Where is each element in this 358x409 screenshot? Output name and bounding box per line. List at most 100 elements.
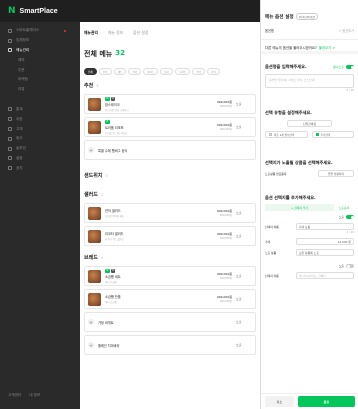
chip[interactable]: 세트	[113, 68, 127, 75]
badge-new: N	[105, 96, 110, 101]
chip[interactable]: 음료	[160, 68, 174, 75]
sidebar-item[interactable]: 쿠폰	[0, 114, 80, 124]
product-select[interactable]: 모든 상품에 노출	[296, 249, 354, 256]
menu-price-sub: 999,000원	[219, 300, 232, 303]
sidebar-item[interactable]: 광고	[0, 134, 80, 144]
menu-card[interactable]: 연어 샐러드 신선한 연어와 채소 999,000원 999,000원 노출	[84, 203, 256, 223]
menu-card[interactable]: + 플레인 치아바타 노출	[84, 335, 256, 355]
tab-option-name[interactable]: 옵션명	[265, 28, 274, 39]
chart-icon	[8, 107, 12, 112]
add-choice-button[interactable]: + 선택지 추가	[265, 204, 334, 211]
reorder-button[interactable]: 노출순서	[334, 206, 354, 210]
section-count: 4	[100, 255, 104, 260]
sidebar-item-label: 스마트플레이스	[16, 28, 40, 33]
exposure-select[interactable]: 노출	[236, 102, 252, 106]
sidebar-subitem[interactable]: 리뷰	[0, 85, 80, 95]
chip[interactable]: 추천	[98, 68, 112, 75]
import-link[interactable]: 불러오기 >	[319, 45, 335, 51]
section-title: 브레드	[84, 255, 98, 261]
help-link[interactable]: 고객센터	[8, 393, 21, 398]
cancel-button[interactable]: 취소	[265, 396, 294, 407]
plus-icon: +	[88, 147, 94, 153]
exposure-select[interactable]: 노출	[236, 274, 252, 278]
add-option-link[interactable]: + 옵션추가	[339, 28, 354, 39]
sidebar-item[interactable]: 통계	[0, 105, 80, 115]
exposure-select[interactable]: 노출	[236, 343, 252, 347]
menu-name: 소금빵 세트	[105, 274, 121, 279]
chip[interactable]: 디저트	[175, 68, 191, 75]
choices-heading: 옵션 선택지를 추가해주세요.	[265, 195, 316, 200]
choice-name-label: 선택지 이름	[265, 273, 279, 278]
section-header: 추천 3	[80, 80, 260, 91]
menu-card[interactable]: 리코타 샐러드 리코타 치즈 샐러드 999,000원 999,000원 노출	[84, 226, 256, 246]
sidebar-item[interactable]: 솔루션	[0, 144, 80, 154]
section-header: 샌드위치 0	[80, 170, 260, 181]
type-select[interactable]: 단일선택형	[287, 120, 332, 127]
menu-desc: 부드러운 안심 스테이크	[105, 108, 129, 112]
type-block: 선택 유형을 설정해주세요. 단일선택형 최소 1개 필수선택 추가선택	[261, 92, 358, 138]
sidebar-subitem[interactable]: 주문	[0, 65, 80, 75]
chip[interactable]: 기타	[207, 68, 220, 75]
product-label: 노출 상품	[265, 250, 277, 255]
required-label: 필수노출	[332, 65, 344, 69]
exposure-select[interactable]: 노출	[236, 320, 252, 324]
menu-desc: 신선한 연어와 채소	[105, 215, 125, 218]
menu-card[interactable]: 소금빵 단품 버터 소금빵 999,000원 999,000원 노출	[84, 289, 256, 309]
exposure-select[interactable]: 노출	[236, 125, 252, 129]
menu-price-sub: 999,000원	[219, 214, 232, 217]
chip[interactable]: 사이드	[143, 68, 159, 75]
expose-toggle-off[interactable]	[346, 264, 354, 268]
choice-name-input[interactable]: 사과 토핑	[296, 223, 354, 230]
sidebar-item-menu[interactable]: 메뉴관리	[0, 46, 80, 56]
required-toggle[interactable]	[346, 65, 354, 69]
account-link[interactable]: 내 정보	[29, 393, 40, 398]
menu-card[interactable]: NB 소금빵 세트 버터 소금빵 999,000원 999,000원 노출	[84, 266, 256, 286]
main-content: 메뉴관리 메뉴 정보 옵션 설정 전체 메뉴 32 전체 추천 세트 식사 사이…	[80, 22, 260, 409]
exposure-select[interactable]: 노출	[236, 234, 252, 238]
tab-menu-info[interactable]: 메뉴 정보	[108, 30, 123, 38]
exposure-select[interactable]: 노출	[236, 211, 252, 215]
section-count: 2	[100, 192, 104, 197]
tab-option-settings[interactable]: 옵션 설정	[133, 30, 148, 38]
checkbox-icon	[269, 133, 272, 136]
home-icon	[8, 28, 12, 33]
expose-toggle[interactable]	[346, 215, 354, 219]
sidebar-item[interactable]: 설정	[0, 154, 80, 164]
exposure-select[interactable]: 노출	[236, 297, 252, 301]
menu-card[interactable]: + 특별 수제 햄버그 정식	[84, 140, 256, 160]
chip[interactable]: 주류	[192, 68, 206, 75]
sidebar-item[interactable]: 고객	[0, 124, 80, 134]
menu-card[interactable]: + 가정 바게트 노출	[84, 312, 256, 332]
expose-label: 노출상품 필요동작	[265, 171, 287, 176]
sidebar-item[interactable]: 업체정보	[0, 36, 80, 46]
tab-menu-manage[interactable]: 메뉴관리	[84, 30, 98, 38]
gear-icon	[8, 156, 12, 161]
sidebar-subitem[interactable]: 예약	[0, 55, 80, 65]
price-input[interactable]: 14,000	[338, 240, 348, 244]
sidebar-item[interactable]: 스마트플레이스	[0, 26, 80, 36]
menu-name: 특별 수제 햄버그 정식	[98, 148, 128, 153]
min-required-checkbox[interactable]: 최소 1개 필수선택	[265, 131, 308, 138]
chip[interactable]: 전체	[84, 68, 97, 75]
menu-card[interactable]: NB 참스테이크 부드러운 안심 스테이크 999,000원 999,000원 노…	[84, 94, 256, 114]
menu-icon	[8, 48, 12, 53]
checkbox-label: 추가선택	[320, 133, 331, 137]
save-button[interactable]: 완료	[297, 396, 355, 407]
section-header: 브레드 4	[80, 252, 260, 263]
section-title: 샐러드	[84, 192, 98, 198]
panel-title: 메뉴 옵션 설정	[265, 14, 294, 20]
sidebar-item-label: 예약	[18, 57, 25, 62]
sidebar: N SmartPlace 스마트플레이스 업체정보 메뉴관리 예약 주문 마케팅…	[0, 0, 260, 409]
additional-select-checkbox[interactable]: 추가선택	[311, 131, 354, 138]
menu-card[interactable]: N 트러플 리조또 트러플 향 크림 리조또 999,000원 999,000원 …	[84, 117, 256, 137]
sidebar-menu: 스마트플레이스 업체정보 메뉴관리 예약 주문 마케팅 리뷰 통계 쿠폰 고객 …	[0, 26, 80, 173]
sidebar-subitem[interactable]: 마케팅	[0, 75, 80, 85]
chip[interactable]: 식사	[128, 68, 142, 75]
bell-icon	[8, 166, 12, 171]
bulk-set-select[interactable]: 일괄 설정하기	[318, 170, 354, 177]
menu-name: 소금빵 단품	[105, 295, 121, 299]
option-name-input[interactable]: 옵션명 입력(예: 사이즈 선택, 소스선택)	[265, 74, 354, 88]
choice-name-input-empty[interactable]: 예) 라지사이즈, 곱빼기	[296, 272, 354, 279]
sidebar-item[interactable]: 공지	[0, 163, 80, 173]
section-count: 3	[96, 83, 99, 88]
